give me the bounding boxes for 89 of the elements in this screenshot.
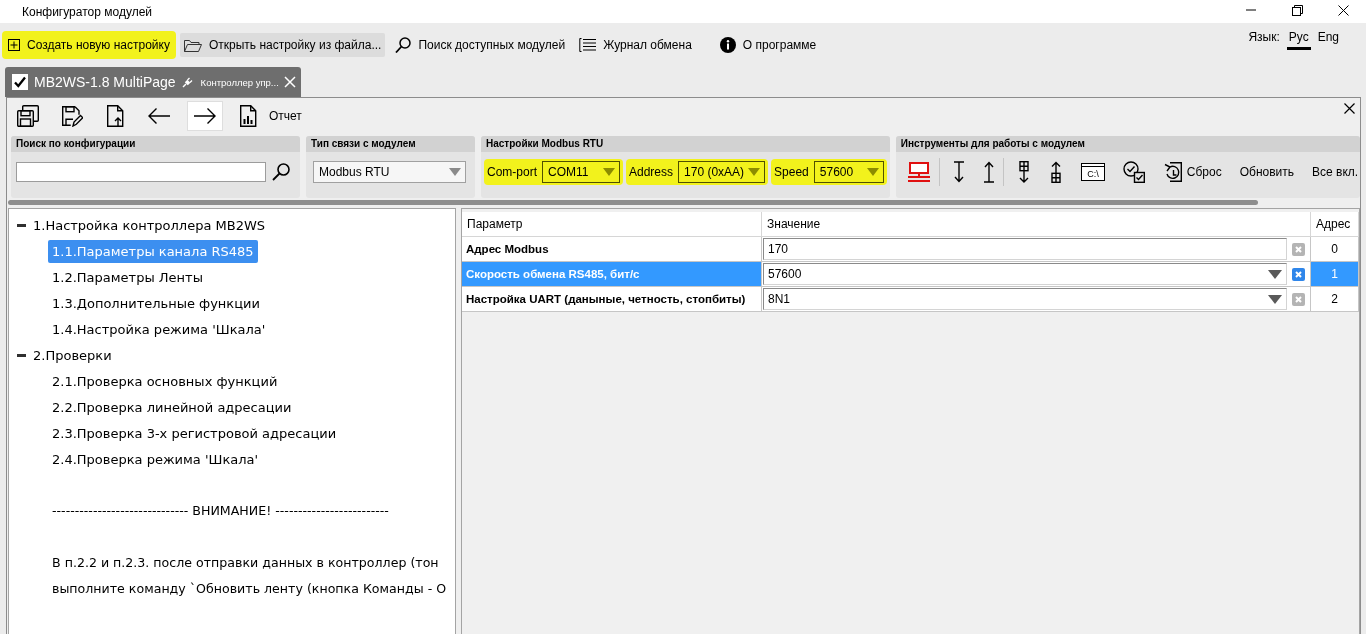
tool-button[interactable]: C:\ [1075, 158, 1110, 186]
info-icon [719, 37, 736, 53]
folder-icon [183, 38, 202, 52]
close-icon[interactable] [1344, 103, 1355, 114]
group-title: Тип связи с модулем [306, 136, 475, 152]
arrow-up-bar-icon [982, 161, 995, 183]
dropdown-arrow-icon [866, 168, 879, 176]
group-title: Поиск по конфигурации [11, 136, 300, 152]
checklist-icon [1122, 161, 1145, 183]
tree-item[interactable]: 1.2.Параметры Ленты [48, 265, 207, 289]
note-text: В п.2.2 и п.2.3. после отправки данных в контроллер (тон [52, 554, 439, 572]
dropdown[interactable]: COM11 [542, 161, 620, 183]
tab-subtitle: Контроллер упр... [200, 76, 279, 88]
language-option[interactable]: Рус [1286, 29, 1311, 50]
group-title: Инструменты для работы с модулем [895, 136, 1360, 152]
tree-item[interactable]: 1.Настройка контроллера MB2WS [29, 213, 270, 237]
note-text: ------------------------------ ВНИМАНИЕ! ------------------------- [52, 502, 389, 520]
checkbox-icon[interactable] [12, 74, 28, 90]
menu-item[interactable]: Журнал обмена [575, 33, 696, 57]
minus-icon[interactable] [17, 223, 26, 227]
table-cell: 0 [1311, 237, 1359, 262]
reset-icon [1162, 161, 1183, 183]
toolbar-button[interactable] [187, 101, 223, 131]
menu-item[interactable]: Создать новую настройку [4, 33, 174, 57]
column-header: Адрес [1311, 212, 1359, 237]
minus-icon[interactable] [17, 353, 26, 357]
tree-item[interactable]: 2.4.Проверка режима 'Шкала' [48, 447, 263, 471]
list-icon [579, 38, 597, 52]
menu-item[interactable]: О программе [715, 33, 821, 57]
dropdown-arrow-icon [1268, 294, 1282, 304]
arrow-right-icon [193, 107, 217, 125]
dropdown[interactable]: 57600 [813, 161, 884, 183]
floppy-pencil-icon [61, 105, 83, 127]
plus-box-icon [8, 39, 20, 51]
floppy-disks-icon [17, 105, 39, 127]
menu-item[interactable]: Открыть настройку из файла... [179, 33, 386, 57]
field-label: Speed [774, 165, 809, 179]
tree-item[interactable]: 2.1.Проверка основных функций [48, 369, 282, 393]
search-field[interactable] [16, 162, 266, 182]
group-title: Настройки Modbus RTU [481, 136, 890, 152]
document-arrow-up-icon [105, 105, 125, 127]
tree-item[interactable]: 1.4.Настройка режима 'Шкала' [48, 317, 270, 341]
dropdown-arrow-icon [748, 168, 761, 176]
note-text: выполните команду `Обновить ленту (кнопка Команды - О [52, 580, 447, 598]
console-icon: C:\ [1080, 163, 1105, 181]
field-label: Address [629, 165, 674, 179]
toolbar-button[interactable]: Отчет [233, 101, 308, 131]
dropdown-arrow-icon [449, 168, 461, 176]
tool-button[interactable]: Обновить [1234, 158, 1299, 186]
report-chart-icon [239, 105, 257, 127]
dropdown-field[interactable]: 8N1 [763, 288, 1287, 310]
window-title: Конфигуратор модулей [22, 4, 153, 19]
table-cell: 2 [1311, 287, 1359, 312]
tab-title: MB2WS-1.8 MultiPage [34, 74, 176, 90]
scrollbar-thumb[interactable] [8, 200, 1258, 205]
dropdown[interactable]: Modbus RTU [313, 161, 466, 183]
tool-button[interactable]: Все вкл. [1307, 158, 1360, 186]
column-header: Значение [762, 212, 1311, 237]
language-option[interactable]: Eng [1315, 29, 1341, 50]
table-cell: Адрес Modbus [462, 237, 762, 262]
table-arrow-up-icon [1048, 161, 1063, 183]
dropdown[interactable]: 170 (0xAA) [678, 161, 766, 183]
network-monitor-icon [906, 162, 931, 182]
dropdown-field[interactable]: 57600 [763, 263, 1287, 285]
table-arrow-down-icon [1016, 161, 1031, 183]
restore-icon[interactable] [1291, 4, 1303, 16]
field-label: Com-port [487, 165, 537, 179]
menu-item[interactable]: Поиск доступных модулей [391, 33, 570, 57]
language-label: Язык: [1248, 29, 1280, 44]
value-field[interactable]: 170 [763, 238, 1287, 260]
table-cell: Скорость обмена RS485, бит/с [462, 262, 762, 287]
tree-item[interactable]: 2.3.Проверка 3-х регистровой адресации [48, 421, 341, 445]
column-header: Параметр [462, 212, 762, 237]
tree-item[interactable]: 2.Проверки [29, 343, 116, 367]
tree-item[interactable]: 2.2.Проверка линейной адресации [48, 395, 296, 419]
dropdown-arrow-icon [1268, 269, 1282, 279]
close-icon[interactable] [1337, 4, 1349, 16]
dropdown-arrow-icon [603, 168, 615, 176]
document-tab[interactable]: MB2WS-1.8 MultiPage Контроллер упр... [5, 67, 301, 97]
clear-icon[interactable] [1292, 267, 1305, 281]
search-icon [395, 37, 412, 53]
tree-item[interactable]: 1.3.Дополнительные функции [48, 291, 264, 315]
table-cell: 1 [1311, 262, 1359, 287]
tool-button[interactable]: Сброс [1157, 158, 1227, 186]
arrow-down-bar-icon [952, 161, 965, 183]
plug-icon [181, 76, 193, 88]
search-icon[interactable] [272, 163, 290, 181]
table-cell: Настройка UART (даныные, четность, стопбиты) [462, 287, 762, 312]
arrow-left-icon [147, 107, 171, 125]
